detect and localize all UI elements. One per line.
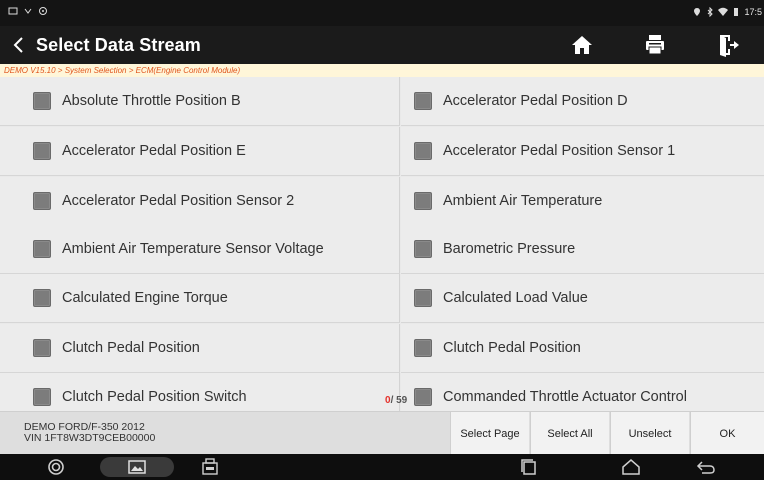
list-item-label: Calculated Engine Torque (62, 290, 228, 306)
select-page-button[interactable]: Select Page (450, 412, 529, 455)
list-item-label: Ambient Air Temperature Sensor Voltage (62, 241, 324, 257)
checkbox[interactable] (33, 142, 51, 160)
exit-icon[interactable] (716, 32, 742, 58)
bluetooth-icon (708, 7, 714, 17)
checkbox[interactable] (414, 388, 432, 406)
breadcrumb: DEMO V15.10 > System Selection > ECM(Eng… (0, 64, 764, 77)
list-item-label: Accelerator Pedal Position Sensor 1 (443, 143, 676, 159)
checkbox[interactable] (414, 289, 432, 307)
chevron-left-icon[interactable] (10, 34, 28, 56)
list-item-label: Accelerator Pedal Position E (62, 143, 246, 159)
checkbox[interactable] (33, 92, 51, 110)
app-window: 17:5 Select Data Stream DEMO V15.10 > Sy… (0, 0, 764, 480)
recent-apps-icon[interactable] (518, 457, 540, 477)
home-nav-icon[interactable] (620, 457, 642, 477)
list-item[interactable]: Ambient Air Temperature (401, 177, 764, 226)
checkbox[interactable] (414, 339, 432, 357)
list-item[interactable]: Calculated Engine Torque (0, 274, 400, 323)
data-stream-list[interactable]: Absolute Throttle Position B Accelerator… (0, 77, 764, 411)
back-nav-icon[interactable] (695, 457, 717, 477)
wifi-icon (718, 7, 729, 16)
gallery-pill[interactable] (100, 457, 174, 477)
list-item-label: Clutch Pedal Position (443, 340, 581, 356)
ok-button[interactable]: OK (690, 412, 764, 455)
list-item-label: Absolute Throttle Position B (62, 93, 241, 109)
vehicle-info: DEMO FORD/F-350 2012 VIN 1FT8W3DT9CEB000… (24, 422, 155, 444)
list-item-label: Barometric Pressure (443, 241, 576, 257)
list-item-label: Ambient Air Temperature (443, 193, 603, 209)
list-item[interactable]: Accelerator Pedal Position Sensor 1 (401, 127, 764, 176)
gallery-icon (128, 460, 146, 474)
status-time: 17:5 (744, 7, 762, 17)
list-item[interactable]: Clutch Pedal Position Switch (0, 373, 400, 411)
checkbox[interactable] (414, 142, 432, 160)
checkbox[interactable] (33, 192, 51, 210)
printer-icon[interactable] (642, 32, 668, 58)
location-icon (694, 8, 701, 16)
list-item-label: Calculated Load Value (443, 290, 588, 306)
list-item[interactable]: Accelerator Pedal Position E (0, 127, 400, 176)
navigation-bar (0, 454, 764, 480)
checkbox[interactable] (414, 192, 432, 210)
page-title: Select Data Stream (36, 35, 201, 55)
select-all-button[interactable]: Select All (530, 412, 609, 455)
android-icon (39, 7, 47, 15)
list-item-label: Clutch Pedal Position Switch (62, 389, 247, 405)
vehicle-vin: VIN 1FT8W3DT9CEB00000 (24, 432, 156, 444)
checkbox[interactable] (33, 240, 51, 258)
checkbox[interactable] (414, 92, 432, 110)
list-item[interactable]: Accelerator Pedal Position Sensor 2 (0, 177, 400, 226)
checkbox[interactable] (33, 388, 51, 406)
list-item[interactable]: Clutch Pedal Position (401, 324, 764, 373)
vci-icon[interactable] (200, 457, 220, 477)
battery-icon (734, 8, 739, 16)
list-item[interactable]: Accelerator Pedal Position D (401, 77, 764, 126)
list-item[interactable]: Calculated Load Value (401, 274, 764, 323)
unselect-button[interactable]: Unselect (610, 412, 689, 455)
list-item[interactable]: Clutch Pedal Position (0, 324, 400, 373)
list-item[interactable]: Absolute Throttle Position B (0, 77, 400, 126)
launcher-icon[interactable] (46, 457, 66, 477)
list-item-label: Commanded Throttle Actuator Control (443, 389, 687, 405)
list-item[interactable]: Barometric Pressure (401, 225, 764, 274)
list-item[interactable]: Commanded Throttle Actuator Control (401, 373, 764, 411)
list-item-label: Accelerator Pedal Position Sensor 2 (62, 193, 295, 209)
notification-icon (8, 7, 18, 15)
footer-bar: DEMO FORD/F-350 2012 VIN 1FT8W3DT9CEB000… (0, 411, 764, 455)
selection-counter: 0/ 59 (385, 395, 407, 406)
checkbox[interactable] (414, 240, 432, 258)
list-item-label: Clutch Pedal Position (62, 340, 200, 356)
usb-icon (24, 8, 32, 14)
checkbox[interactable] (33, 289, 51, 307)
status-bar: 17:5 (0, 0, 764, 26)
status-indicators: 17:5 (692, 7, 762, 17)
list-item-label: Accelerator Pedal Position D (443, 93, 628, 109)
title-bar: Select Data Stream (0, 26, 764, 64)
list-item[interactable]: Ambient Air Temperature Sensor Voltage (0, 225, 400, 274)
home-icon[interactable] (569, 32, 595, 58)
status-notifications (8, 6, 48, 16)
checkbox[interactable] (33, 339, 51, 357)
total-count: / 59 (390, 395, 408, 406)
